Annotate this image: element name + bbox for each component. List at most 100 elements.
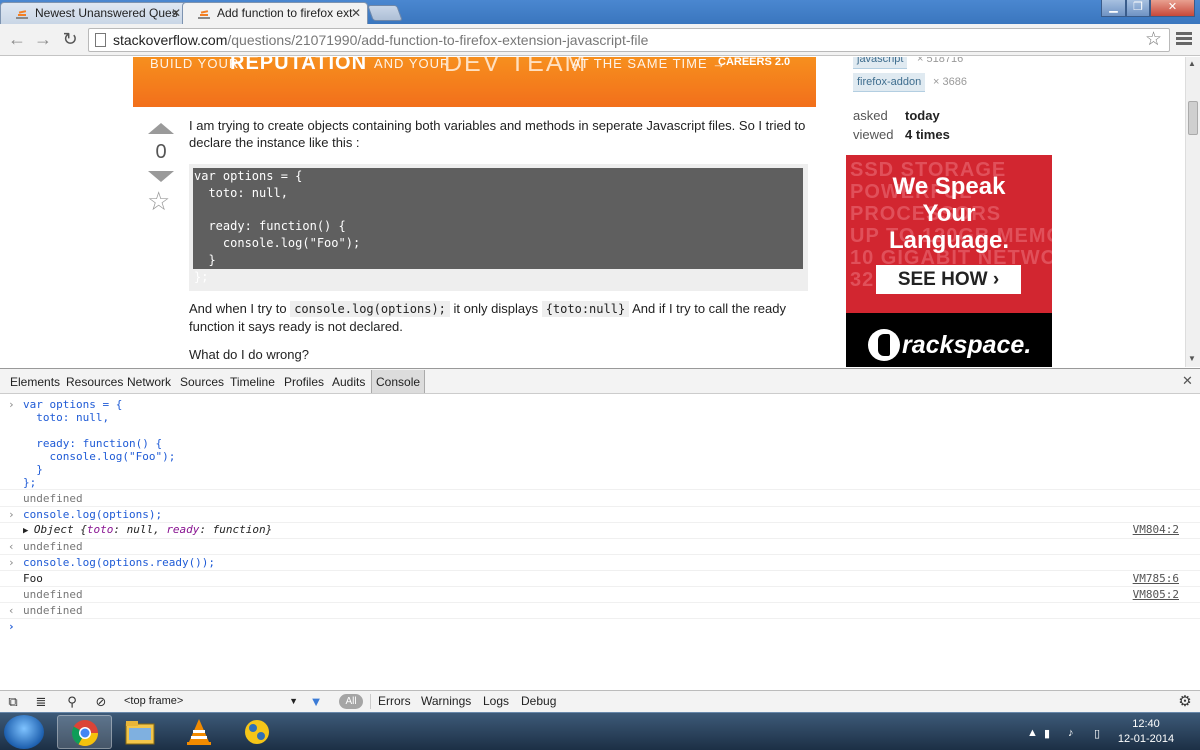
network-icon[interactable]: ▮ [1044, 727, 1050, 740]
restore-window-button[interactable]: ❐ [1126, 0, 1150, 17]
inline-code: {toto:null} [541, 301, 630, 317]
back-button[interactable]: ← [6, 28, 28, 50]
url-host: stackoverflow.com [113, 32, 228, 48]
question-paragraph-3: What do I do wrong? [189, 347, 309, 362]
ad-see-how-button[interactable]: SEE HOW › [876, 265, 1021, 294]
dock-icon[interactable]: ⧉ [4, 693, 22, 711]
vote-count: 0 [155, 141, 167, 163]
taskbar-explorer[interactable] [114, 715, 169, 749]
show-hidden-icons[interactable]: ▲ [1027, 727, 1038, 739]
console-input: console.log(options.ready()); [23, 556, 216, 569]
scroll-down-arrow-icon[interactable]: ▼ [1188, 354, 1196, 363]
console-input: var options = { toto: null, ready: funct… [23, 398, 176, 489]
tab-console[interactable]: Console [371, 370, 426, 393]
vote-down-arrow-icon[interactable] [148, 171, 174, 182]
filter-errors[interactable]: Errors [378, 694, 411, 708]
vote-up-arrow-icon[interactable] [148, 123, 174, 134]
tag-firefox-addon[interactable]: firefox-addon [853, 73, 926, 92]
forward-button[interactable]: → [32, 28, 54, 50]
tab-timeline[interactable]: Timeline [226, 373, 279, 391]
taskbar-vlc[interactable] [172, 715, 227, 749]
console-result: undefined [23, 492, 83, 505]
code-block-content: var options = { toto: null, ready: funct… [194, 169, 361, 284]
battery-icon[interactable]: ▯ [1094, 727, 1100, 740]
clear-console-icon[interactable]: ⊘ [92, 693, 110, 711]
source-link[interactable]: VM804:2 [1133, 523, 1179, 536]
console-result: undefined [23, 604, 83, 617]
show-drawer-icon[interactable]: ≣ [32, 693, 50, 711]
banner-text: DEV TEAM [444, 57, 588, 77]
browser-tab-title: Add function to firefox ext [217, 6, 353, 20]
source-link[interactable]: VM785:6 [1133, 572, 1179, 585]
new-tab-button[interactable] [367, 5, 403, 21]
banner-careers-logo: CAREERS 2.0 [718, 57, 791, 68]
stackoverflow-favicon-icon [198, 10, 210, 19]
ad-headline: We Speak Your Language. [888, 173, 1009, 254]
banner-text: AT THE SAME TIME → [572, 57, 727, 71]
bookmark-star-icon[interactable]: ☆ [1145, 29, 1162, 51]
console-entry: Foo VM785:6 [0, 572, 1200, 587]
search-icon[interactable]: ⚲ [63, 693, 81, 711]
filter-debug[interactable]: Debug [521, 694, 556, 708]
scrollbar-thumb[interactable] [1188, 101, 1198, 135]
console-entry: › console.log(options.ready()); [0, 556, 1200, 571]
taskbar-app[interactable] [230, 715, 285, 749]
tab-sources[interactable]: Sources [176, 373, 228, 391]
tools-app-icon [245, 720, 269, 744]
console-log: undefined [23, 588, 83, 601]
ad-brand: rackspace. [902, 331, 1032, 359]
source-link[interactable]: VM805:2 [1133, 588, 1179, 601]
browser-tab-add-function[interactable]: Add function to firefox ext ✕ [182, 2, 368, 24]
browser-tab-title: Newest Unanswered Ques [35, 6, 178, 20]
address-bar[interactable]: stackoverflow.com/questions/21071990/add… [88, 28, 1170, 52]
filter-icon[interactable]: ▼ [307, 693, 325, 711]
tab-profiles[interactable]: Profiles [280, 373, 328, 391]
tag-javascript[interactable]: javascript [853, 57, 908, 69]
start-button[interactable] [4, 715, 44, 749]
input-prompt-icon: › [8, 398, 15, 411]
tab-network[interactable]: Network [123, 373, 175, 391]
volume-icon[interactable]: ♪ [1068, 727, 1074, 739]
console-entry: ‹ undefined [0, 604, 1200, 619]
console-entry: undefined VM805:2 [0, 588, 1200, 603]
tab-resources[interactable]: Resources [62, 373, 127, 391]
devtools-tab-bar: Elements Resources Network Sources Timel… [0, 368, 1200, 394]
close-tab-icon[interactable]: ✕ [351, 3, 361, 23]
dropdown-caret-icon: ▼ [289, 696, 298, 706]
close-window-button[interactable]: ✕ [1150, 0, 1195, 17]
console-object[interactable]: ▶ Object {toto: null, ready: function} [23, 523, 272, 538]
close-tab-icon[interactable]: ✕ [171, 3, 181, 23]
page-scrollbar[interactable]: ▲ ▼ [1185, 57, 1200, 367]
rackspace-ad[interactable]: SSD STORAGE POWERFUL PROCESSORS UP TO 12… [846, 155, 1052, 367]
chrome-menu-icon[interactable] [1176, 32, 1192, 47]
console-entry: ‹ undefined [0, 540, 1200, 555]
banner-text: AND YOUR [374, 57, 451, 71]
tab-audits[interactable]: Audits [328, 373, 369, 391]
console-panel[interactable]: › var options = { toto: null, ready: fun… [0, 395, 1200, 690]
console-prompt-line[interactable]: › [0, 620, 1200, 635]
favorite-star-icon[interactable]: ☆ [147, 187, 170, 215]
banner-text: REPUTATION [230, 57, 368, 74]
devtools-status-bar: ⧉ ≣ ⚲ ⊘ <top frame> ▼ ▼ All Errors Warni… [0, 690, 1200, 712]
taskbar-chrome[interactable] [57, 715, 112, 749]
input-prompt-icon: › [8, 620, 15, 633]
clock-time: 12:40 [1132, 718, 1160, 730]
settings-gear-icon[interactable]: ⚙ [1176, 693, 1194, 711]
taskbar-clock[interactable]: 12:40 12-01-2014 [1116, 717, 1176, 747]
devtools-close-icon[interactable]: ✕ [1182, 373, 1193, 389]
careers-banner-ad[interactable]: BUILD YOUR REPUTATION AND YOUR DEV TEAM … [133, 57, 816, 107]
reload-button[interactable]: ↻ [59, 28, 81, 50]
tag-count: × 518716 [917, 57, 964, 65]
browser-toolbar: ← → ↻ stackoverflow.com/questions/210719… [0, 24, 1200, 56]
frame-selector[interactable]: <top frame> ▼ [118, 693, 302, 710]
minimize-window-button[interactable]: ▁ [1101, 0, 1126, 17]
browser-tab-bar: Newest Unanswered Ques ✕ Add function to… [0, 0, 1200, 24]
filter-all-button[interactable]: All [339, 694, 363, 709]
tab-elements[interactable]: Elements [6, 373, 64, 391]
paragraph-text: And when I try to [189, 301, 287, 316]
scroll-up-arrow-icon[interactable]: ▲ [1188, 59, 1196, 68]
filter-warnings[interactable]: Warnings [421, 694, 471, 708]
filter-logs[interactable]: Logs [483, 694, 509, 708]
browser-tab-newest-unanswered[interactable]: Newest Unanswered Ques ✕ [0, 2, 188, 24]
expand-triangle-icon[interactable]: ▶ [23, 526, 34, 536]
